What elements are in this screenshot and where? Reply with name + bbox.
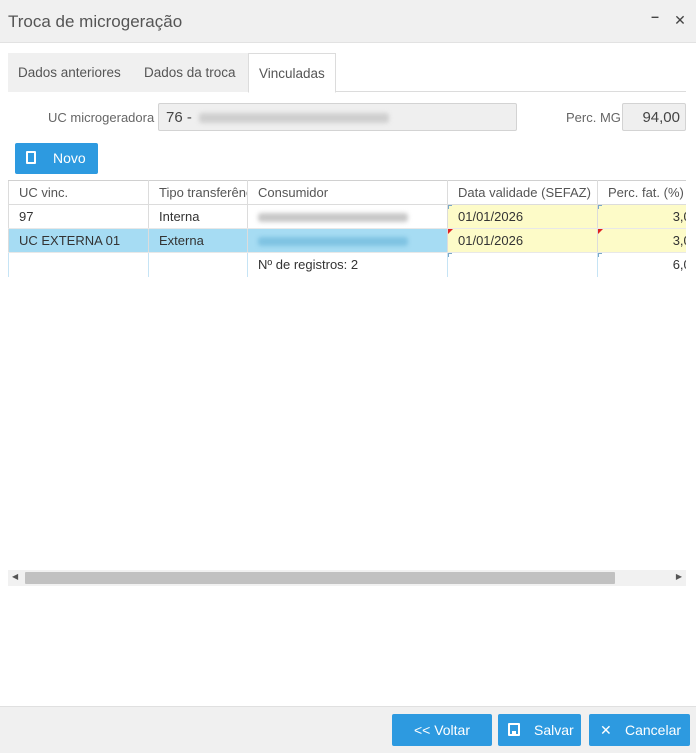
close-icon: ✕ (600, 722, 612, 738)
cell-data-validade[interactable]: 01/01/2026 (447, 228, 598, 253)
cell-data-validade[interactable]: 01/01/2026 (447, 204, 598, 229)
uc-microgeradora-field: 76 - (158, 103, 517, 131)
grid-header: UC vinc. Tipo transferência Consumidor D… (8, 180, 686, 205)
window-titlebar: Troca de microgeração – ✕ (0, 0, 696, 43)
summary-cell (8, 252, 149, 277)
horizontal-scrollbar[interactable]: ◀ ▶ (8, 570, 686, 586)
perc-mg-label: Perc. MG (566, 110, 621, 125)
novo-button[interactable]: Novo (15, 143, 98, 174)
table-row[interactable]: 97 Interna 01/01/2026 3,00 (8, 204, 686, 229)
total-perc-text: 6,00 (672, 257, 686, 273)
cell-perc-fat[interactable]: 3,00 (597, 204, 686, 229)
salvar-button[interactable]: Salvar (498, 714, 581, 746)
cancelar-button[interactable]: ✕ Cancelar (589, 714, 690, 746)
column-header-tipo-transferencia[interactable]: Tipo transferência (148, 180, 248, 205)
cancelar-button-label: Cancelar (625, 722, 682, 738)
perc-mg-field: 94,00 (622, 103, 686, 131)
cell-uc-vinc[interactable]: 97 (8, 204, 149, 229)
tab-dados-da-troca[interactable]: Dados da troca (134, 53, 248, 92)
scroll-right-icon[interactable]: ▶ (676, 572, 682, 581)
cell-perc-fat[interactable]: 3,00 (597, 228, 686, 253)
cell-tipo[interactable]: Externa (148, 228, 248, 253)
salvar-button-label: Salvar (534, 722, 574, 738)
consumidor-redacted (258, 213, 408, 223)
tab-dados-anteriores[interactable]: Dados anteriores (8, 53, 134, 92)
cell-perc-fat-text: 3,00 (672, 209, 686, 224)
cell-dirty-marker (448, 229, 453, 234)
save-icon (508, 723, 520, 736)
grid-summary-row: Nº de registros: 2 6,00 (8, 252, 686, 277)
tab-bar: Dados anteriores Dados da troca Vinculad… (8, 53, 686, 93)
vinculadas-grid: UC vinc. Tipo transferência Consumidor D… (8, 180, 686, 280)
cell-consumidor[interactable] (247, 204, 448, 229)
cell-data-validade-text: 01/01/2026 (458, 233, 524, 248)
novo-button-label: Novo (53, 150, 86, 166)
total-perc: 6,00 (597, 252, 686, 277)
scrollbar-thumb[interactable] (25, 572, 615, 584)
cell-uc-vinc[interactable]: UC EXTERNA 01 (8, 228, 149, 253)
uc-microgeradora-name-redacted (199, 113, 389, 123)
column-header-data-validade[interactable]: Data validade (SEFAZ) (447, 180, 598, 205)
cell-dirty-marker (598, 229, 603, 234)
cell-tipo[interactable]: Interna (148, 204, 248, 229)
column-header-perc-fat[interactable]: Perc. fat. (%) (597, 180, 686, 205)
consumidor-redacted (258, 237, 408, 247)
cell-marker (448, 205, 452, 209)
minimize-icon[interactable]: – (647, 8, 663, 24)
cell-perc-fat-text: 3,00 (672, 233, 686, 248)
uc-microgeradora-label: UC microgeradora (48, 110, 155, 125)
cell-marker (598, 205, 602, 209)
summary-cell (148, 252, 248, 277)
cell-marker (598, 253, 602, 257)
table-row-selected[interactable]: UC EXTERNA 01 Externa 01/01/2026 3,00 (8, 228, 686, 253)
window-title: Troca de microgeração (8, 12, 183, 31)
record-count: Nº de registros: 2 (247, 252, 448, 277)
close-icon[interactable]: ✕ (672, 12, 688, 29)
cell-marker (448, 253, 452, 257)
column-header-consumidor[interactable]: Consumidor (247, 180, 448, 205)
scroll-left-icon[interactable]: ◀ (12, 572, 18, 581)
file-icon (26, 151, 36, 164)
summary-cell (447, 252, 598, 277)
tab-vinculadas[interactable]: Vinculadas (248, 53, 336, 93)
cell-consumidor[interactable] (247, 228, 448, 253)
voltar-button[interactable]: << Voltar (392, 714, 492, 746)
cell-data-validade-text: 01/01/2026 (458, 209, 524, 224)
column-header-uc-vinc[interactable]: UC vinc. (8, 180, 149, 205)
dialog-footer: << Voltar Salvar ✕ Cancelar (0, 706, 696, 753)
uc-microgeradora-code: 76 - (166, 109, 192, 126)
